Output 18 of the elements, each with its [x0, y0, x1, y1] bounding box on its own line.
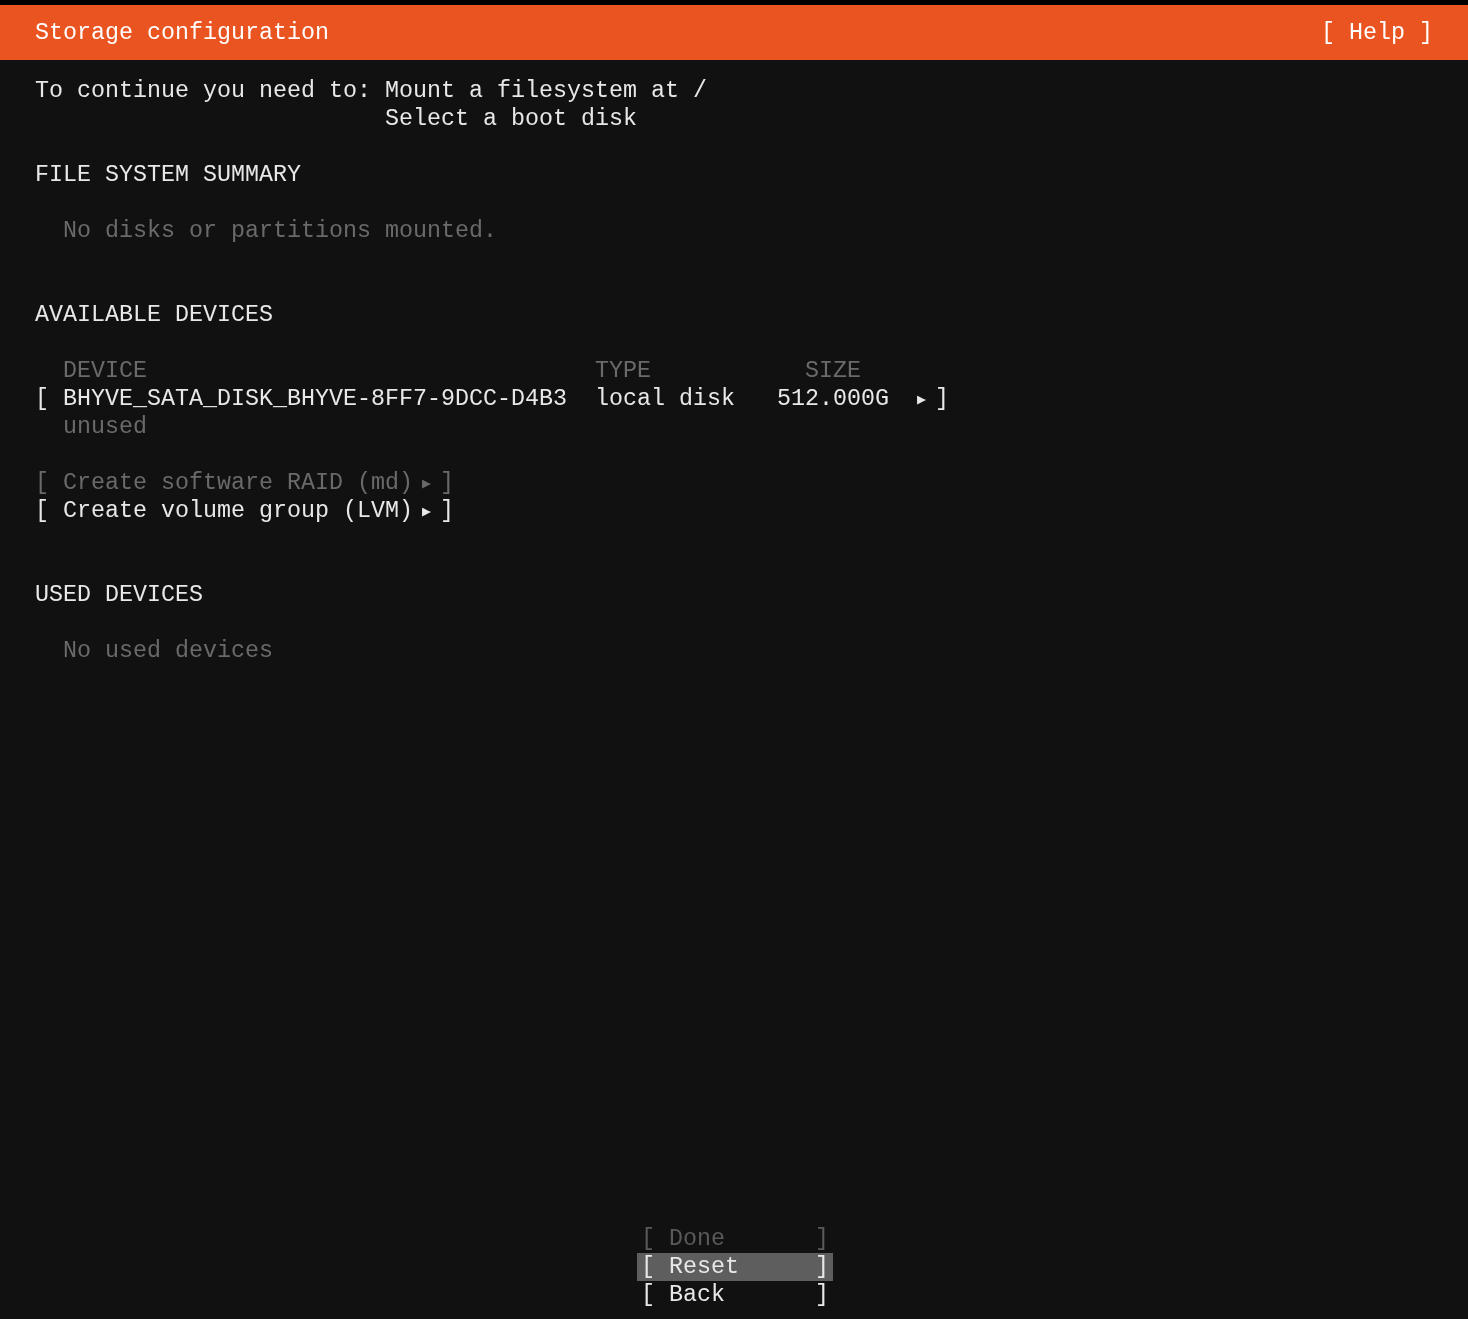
empty-message: No used devices — [63, 637, 273, 665]
column-header: DEVICE — [63, 358, 147, 384]
requirement-text: Mount a filesystem at / — [384, 77, 707, 105]
section-heading: FILE SYSTEM SUMMARY — [35, 161, 302, 189]
window-title: Storage configuration — [35, 18, 329, 47]
help-button[interactable]: [ Help ] — [1321, 18, 1433, 47]
empty-message: No disks or partitions mounted. — [63, 217, 497, 245]
device-row[interactable]: [ BHYVE_SATA_DISK_BHYVE-8FF7-9DCC-D4B3 local disk 512.000G ▶ ] — [35, 385, 949, 413]
column-header: SIZE — [804, 357, 861, 385]
device-status: unused — [63, 413, 147, 441]
requirements-label: To continue you need to: — [35, 77, 371, 106]
column-header: TYPE — [594, 358, 651, 384]
menu-button[interactable]: [ Back ] — [637, 1281, 833, 1309]
requirement-text: Select a boot disk — [384, 105, 638, 133]
menu-button[interactable]: [ Reset ] — [637, 1253, 833, 1281]
menu-action[interactable]: [ Create volume group (LVM) ▶ ] — [35, 497, 455, 525]
section-heading: AVAILABLE DEVICES — [35, 301, 273, 329]
section-heading: USED DEVICES — [35, 581, 203, 609]
